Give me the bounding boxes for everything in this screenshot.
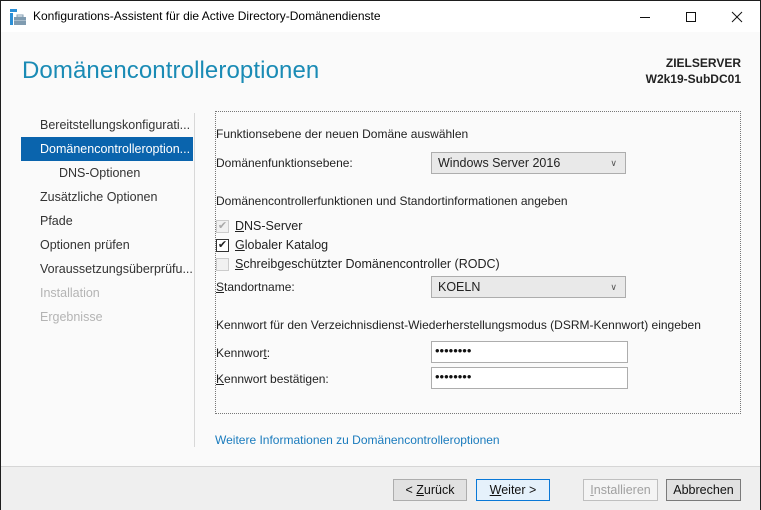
maximize-icon: [686, 11, 696, 22]
global-catalog-checkbox-row[interactable]: ✔ Globaler Katalog: [216, 236, 328, 254]
install-button: Installieren: [583, 479, 658, 501]
site-name-value: KOELN: [438, 280, 481, 294]
nav-item-dns-options[interactable]: DNS-Optionen: [21, 161, 193, 185]
next-button[interactable]: Weiter >: [476, 479, 550, 501]
domain-level-value: Windows Server 2016: [438, 156, 561, 170]
window-title: Konfigurations-Assistent für die Active …: [33, 9, 381, 23]
rodc-checkbox-row[interactable]: Schreibgeschützter Domänencontroller (RO…: [216, 255, 500, 273]
global-catalog-checkbox[interactable]: ✔: [216, 238, 229, 252]
section-heading-functional-level: Funktionsebene der neuen Domäne auswähle…: [216, 127, 469, 141]
rodc-label: Schreibgeschützter Domänencontroller (RO…: [235, 257, 500, 271]
nav-item-dc-options[interactable]: Domänencontrolleroption...: [21, 137, 193, 161]
close-button[interactable]: [714, 1, 760, 32]
password-label: Kennwort:: [216, 346, 271, 360]
nav-item-deployment-config[interactable]: Bereitstellungskonfigurati...: [21, 113, 193, 137]
page-title: Domänencontrolleroptionen: [22, 57, 320, 84]
site-name-label: Standortname:: [216, 280, 295, 294]
dns-server-label: DNS-Server: [235, 219, 303, 233]
confirm-password-label: Kennwort bestätigen:: [216, 372, 329, 386]
dns-server-checkbox-row[interactable]: ✔ DNS-Server: [216, 217, 302, 235]
server-manager-icon: [10, 9, 26, 25]
password-input[interactable]: ••••••••: [431, 341, 628, 363]
minimize-icon: [640, 16, 650, 18]
target-server-name: W2k19-SubDC01: [645, 72, 741, 86]
domain-level-label: Domänenfunktionsebene:: [216, 156, 353, 170]
wizard-window: Konfigurations-Assistent für die Active …: [0, 0, 761, 510]
maximize-button[interactable]: [668, 1, 714, 32]
nav-item-prerequisites-check[interactable]: Voraussetzungsüberprüfu...: [21, 257, 193, 281]
chevron-down-icon: ∨: [610, 158, 617, 168]
nav-divider: [194, 113, 195, 447]
wizard-nav: Bereitstellungskonfigurati... Domänencon…: [21, 113, 193, 329]
dns-server-checkbox[interactable]: ✔: [216, 219, 229, 233]
nav-item-review-options[interactable]: Optionen prüfen: [21, 233, 193, 257]
section-heading-dc-capabilities: Domänencontrollerfunktionen und Standort…: [216, 194, 568, 208]
checkmark-icon: ✔: [217, 238, 228, 251]
domain-level-select[interactable]: Windows Server 2016 ∨: [431, 152, 626, 174]
rodc-checkbox[interactable]: [216, 257, 229, 271]
wizard-footer: < Zurück Weiter > Installieren Abbrechen: [1, 466, 760, 510]
minimize-button[interactable]: [622, 1, 668, 32]
checkmark-icon: ✔: [217, 219, 228, 232]
nav-item-results: Ergebnisse: [40, 310, 103, 324]
site-name-select[interactable]: KOELN ∨: [431, 276, 626, 298]
cancel-button[interactable]: Abbrechen: [666, 479, 741, 501]
title-bar: Konfigurations-Assistent für die Active …: [1, 1, 760, 32]
section-heading-dsrm: Kennwort für den Verzeichnisdienst-Wiede…: [216, 318, 701, 332]
close-icon: [731, 11, 743, 22]
nav-item-additional-options[interactable]: Zusätzliche Optionen: [21, 185, 193, 209]
target-server-info: ZIELSERVER W2k19-SubDC01: [646, 55, 741, 87]
nav-item-installation: Installation: [40, 286, 100, 300]
target-server-label: ZIELSERVER: [665, 56, 741, 70]
chevron-down-icon: ∨: [610, 282, 617, 292]
global-catalog-label: Globaler Katalog: [235, 238, 329, 252]
nav-item-paths[interactable]: Pfade: [21, 209, 193, 233]
more-info-link[interactable]: Weitere Informationen zu Domänencontroll…: [215, 433, 500, 447]
back-button[interactable]: < Zurück: [393, 479, 467, 501]
confirm-password-input[interactable]: ••••••••: [431, 367, 628, 389]
options-panel: Funktionsebene der neuen Domäne auswähle…: [215, 111, 741, 414]
